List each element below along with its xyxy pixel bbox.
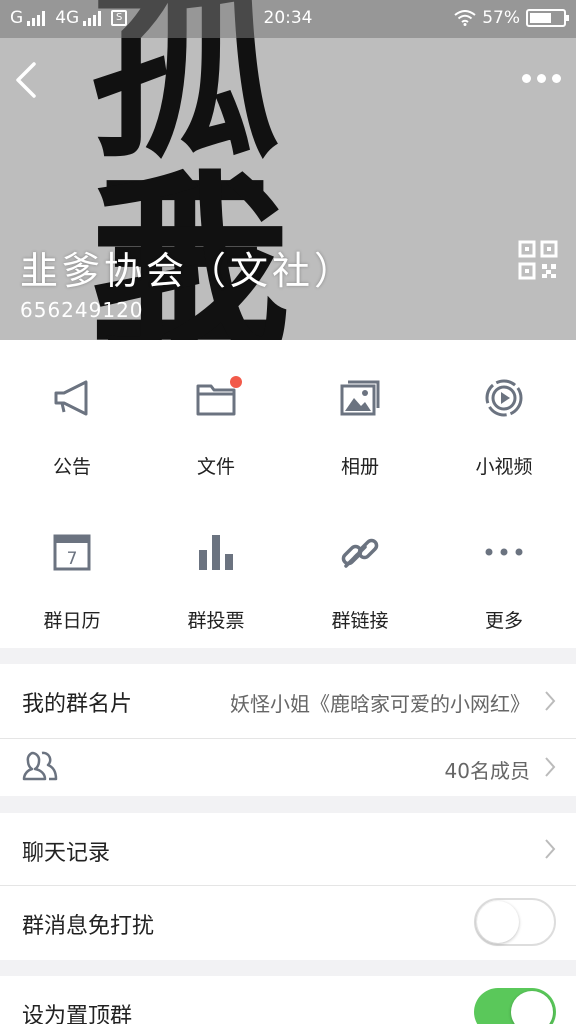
grid-label: 相册	[340, 456, 379, 478]
grid-item-more[interactable]: 更多	[432, 494, 576, 648]
bar-chart-icon	[199, 535, 233, 570]
row-title: 设为置顶群	[22, 1004, 133, 1024]
row-title: 我的群名片	[22, 692, 133, 717]
pin-row: 设为置顶群	[0, 976, 576, 1024]
grid-label: 公告	[52, 456, 91, 478]
grid-label: 更多	[484, 610, 523, 632]
chat-history-row[interactable]: 聊天记录	[0, 813, 576, 885]
grid-item-link[interactable]: 群链接	[288, 494, 432, 648]
more-dots-icon	[485, 548, 523, 556]
group-name: 韭爹协会（文社）	[20, 249, 357, 293]
group-card-value: 妖怪小姐《鹿晗家可爱的小网红》	[230, 692, 530, 716]
album-icon	[340, 380, 380, 416]
chevron-right-icon	[545, 691, 556, 711]
calendar-icon: 7	[53, 534, 91, 571]
chevron-left-icon	[16, 62, 36, 98]
qr-code-button[interactable]	[518, 240, 558, 280]
mute-toggle[interactable]	[474, 898, 556, 946]
video-icon	[485, 379, 523, 417]
my-group-card-row[interactable]: 我的群名片 妖怪小姐《鹿晗家可爱的小网红》	[0, 664, 576, 738]
qr-code-icon	[518, 240, 558, 280]
chevron-right-icon	[545, 757, 556, 777]
grid-label: 群投票	[187, 610, 245, 632]
grid-item-album[interactable]: 相册	[288, 340, 432, 494]
battery-percent: 57%	[482, 8, 520, 28]
grid-label: 文件	[196, 456, 235, 478]
grid-item-files[interactable]: 文件	[144, 340, 288, 494]
more-options-button[interactable]	[522, 68, 562, 88]
member-count: 40名成员	[444, 759, 530, 783]
link-icon	[341, 538, 379, 568]
feature-grid: 公告 文件 相册 小视频 7 群日历 群投票 群链接 更多	[0, 340, 576, 648]
wifi-icon	[454, 10, 476, 26]
chevron-right-icon	[545, 839, 556, 859]
row-title: 群消息免打扰	[22, 914, 155, 939]
grid-label: 群链接	[331, 610, 389, 632]
calendar-day: 7	[67, 549, 78, 569]
row-title: 聊天记录	[22, 841, 111, 866]
group-id: 656249120	[20, 298, 144, 322]
grid-label: 群日历	[43, 610, 101, 632]
grid-item-short-video[interactable]: 小视频	[432, 340, 576, 494]
status-bar: G 4G S 20:34 57%	[0, 0, 576, 38]
grid-item-announcement[interactable]: 公告	[0, 340, 144, 494]
grid-item-vote[interactable]: 群投票	[144, 494, 288, 648]
members-row[interactable]: 40名成员	[0, 739, 576, 796]
group-header: 孤 王 我 锥 G 4G S 20:34 57% 韭爹协会（文社） 656249…	[0, 0, 576, 340]
megaphone-icon	[54, 380, 88, 416]
grid-item-calendar[interactable]: 7 群日历	[0, 494, 144, 648]
files-notification-badge	[230, 376, 242, 388]
pin-toggle[interactable]	[474, 988, 556, 1024]
back-button[interactable]	[12, 60, 42, 100]
grid-label: 小视频	[475, 456, 533, 478]
battery-icon	[526, 9, 569, 27]
mute-row: 群消息免打扰	[0, 886, 576, 960]
members-icon	[22, 751, 58, 781]
